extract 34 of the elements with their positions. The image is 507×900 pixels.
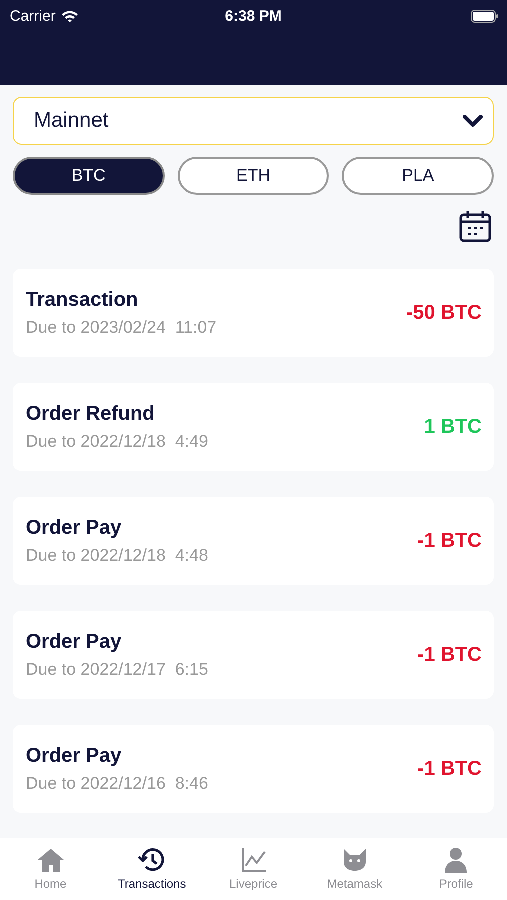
nav-tab[interactable]: Transactions	[101, 846, 203, 900]
battery-icon	[471, 10, 499, 22]
carrier-label: Carrier	[10, 8, 56, 24]
transaction-amount: -1 BTC	[418, 758, 482, 780]
transaction-card[interactable]: Order Pay Due to 2022/12/17 6:15 -1 BTC	[13, 611, 494, 699]
coin-tab[interactable]: ETH	[178, 157, 330, 195]
transaction-title: Order Pay	[26, 516, 123, 540]
transaction-date: Due to 2022/12/16 8:46	[26, 774, 208, 794]
transaction-title: Order Pay	[26, 744, 123, 768]
transaction-date: Due to 2023/02/24 11:07	[26, 318, 217, 338]
clock-time: 6:38 PM	[225, 8, 282, 24]
transaction-date: Due to 2022/12/18 4:49	[26, 432, 208, 452]
chevron-down-icon	[463, 114, 483, 128]
transaction-title: Order Refund	[26, 402, 156, 426]
transaction-card[interactable]: Order Pay Due to 2022/12/18 4:48 -1 BTC	[13, 497, 494, 585]
home-icon	[36, 846, 65, 874]
transaction-card[interactable]: Transaction Due to 2023/02/24 11:07 -50 BTC	[13, 269, 494, 357]
calendar-icon[interactable]	[459, 210, 492, 243]
coin-tab[interactable]: BTC	[13, 157, 165, 195]
transaction-amount: 1 BTC	[424, 416, 482, 438]
history-icon	[138, 846, 166, 874]
transaction-date: Due to 2022/12/18 4:48	[26, 546, 208, 566]
transaction-title: Order Pay	[26, 630, 123, 654]
transaction-card[interactable]: Order Refund Due to 2022/12/18 4:49 1 BTC	[13, 383, 494, 471]
transaction-amount: -1 BTC	[418, 530, 482, 552]
transaction-title: Transaction	[26, 288, 140, 312]
transaction-card[interactable]: Order Pay Due to 2022/12/16 8:46 -1 BTC	[13, 725, 494, 813]
wifi-icon	[60, 10, 79, 22]
transaction-amount: -50 BTC	[406, 302, 482, 324]
transaction-date: Due to 2022/12/17 6:15	[26, 660, 208, 680]
network-dropdown[interactable]: Mainnet	[13, 97, 494, 145]
transaction-amount: -1 BTC	[418, 644, 482, 666]
coin-tab[interactable]: PLA	[342, 157, 494, 195]
line-chart-icon	[240, 846, 268, 874]
